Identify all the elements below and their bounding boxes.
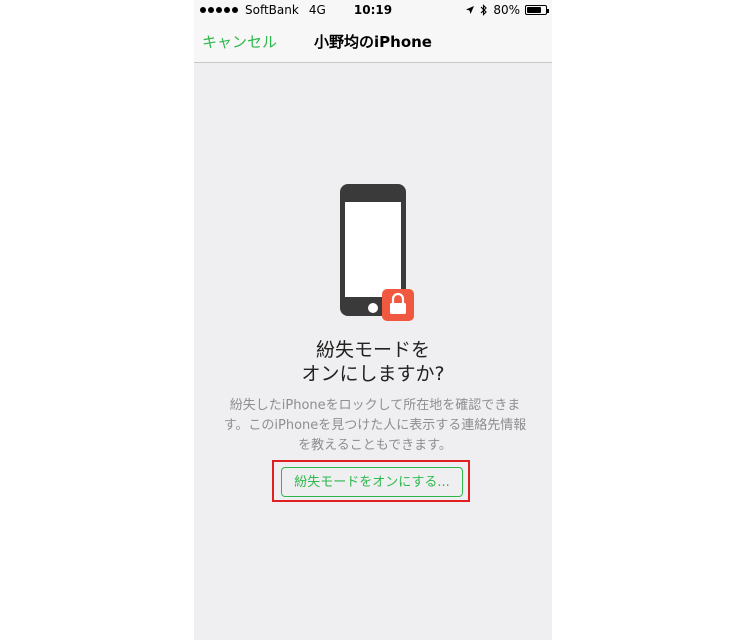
turn-on-lost-mode-button[interactable]: 紛失モードをオンにする...	[281, 467, 463, 497]
phone-screen: SoftBank 4G 10:19 80% キャンセル 小野均のiPhone 紛…	[194, 0, 552, 640]
status-bar: SoftBank 4G 10:19 80%	[194, 0, 552, 20]
heading-line-1: 紛失モードを	[315, 339, 430, 361]
description-line-1: 紛失したiPhoneをロックして所在地を確認できま	[229, 398, 521, 413]
phone-screen-icon	[345, 202, 401, 297]
locked-iphone-illustration	[340, 184, 414, 321]
location-arrow-icon	[466, 6, 475, 14]
lost-mode-heading: 紛失モードを オンにしますか?	[194, 338, 552, 386]
description-line-3: を教えることもできます。	[298, 438, 452, 453]
description-line-2: す。このiPhoneを見つけた人に表示する連絡先情報	[223, 418, 527, 433]
status-right: 80%	[465, 3, 549, 17]
padlock-body-icon	[390, 303, 406, 314]
bluetooth-icon	[480, 4, 488, 16]
lost-mode-description: 紛失したiPhoneをロックして所在地を確認できま す。このiPhoneを見つけ…	[216, 396, 534, 456]
navigation-bar: キャンセル 小野均のiPhone	[194, 20, 552, 63]
battery-percentage: 80%	[493, 3, 520, 17]
battery-icon	[525, 5, 549, 15]
battery-fill	[527, 7, 541, 13]
heading-line-2: オンにしますか?	[301, 363, 445, 385]
home-button-icon	[368, 303, 378, 313]
page-title: 小野均のiPhone	[314, 33, 432, 51]
